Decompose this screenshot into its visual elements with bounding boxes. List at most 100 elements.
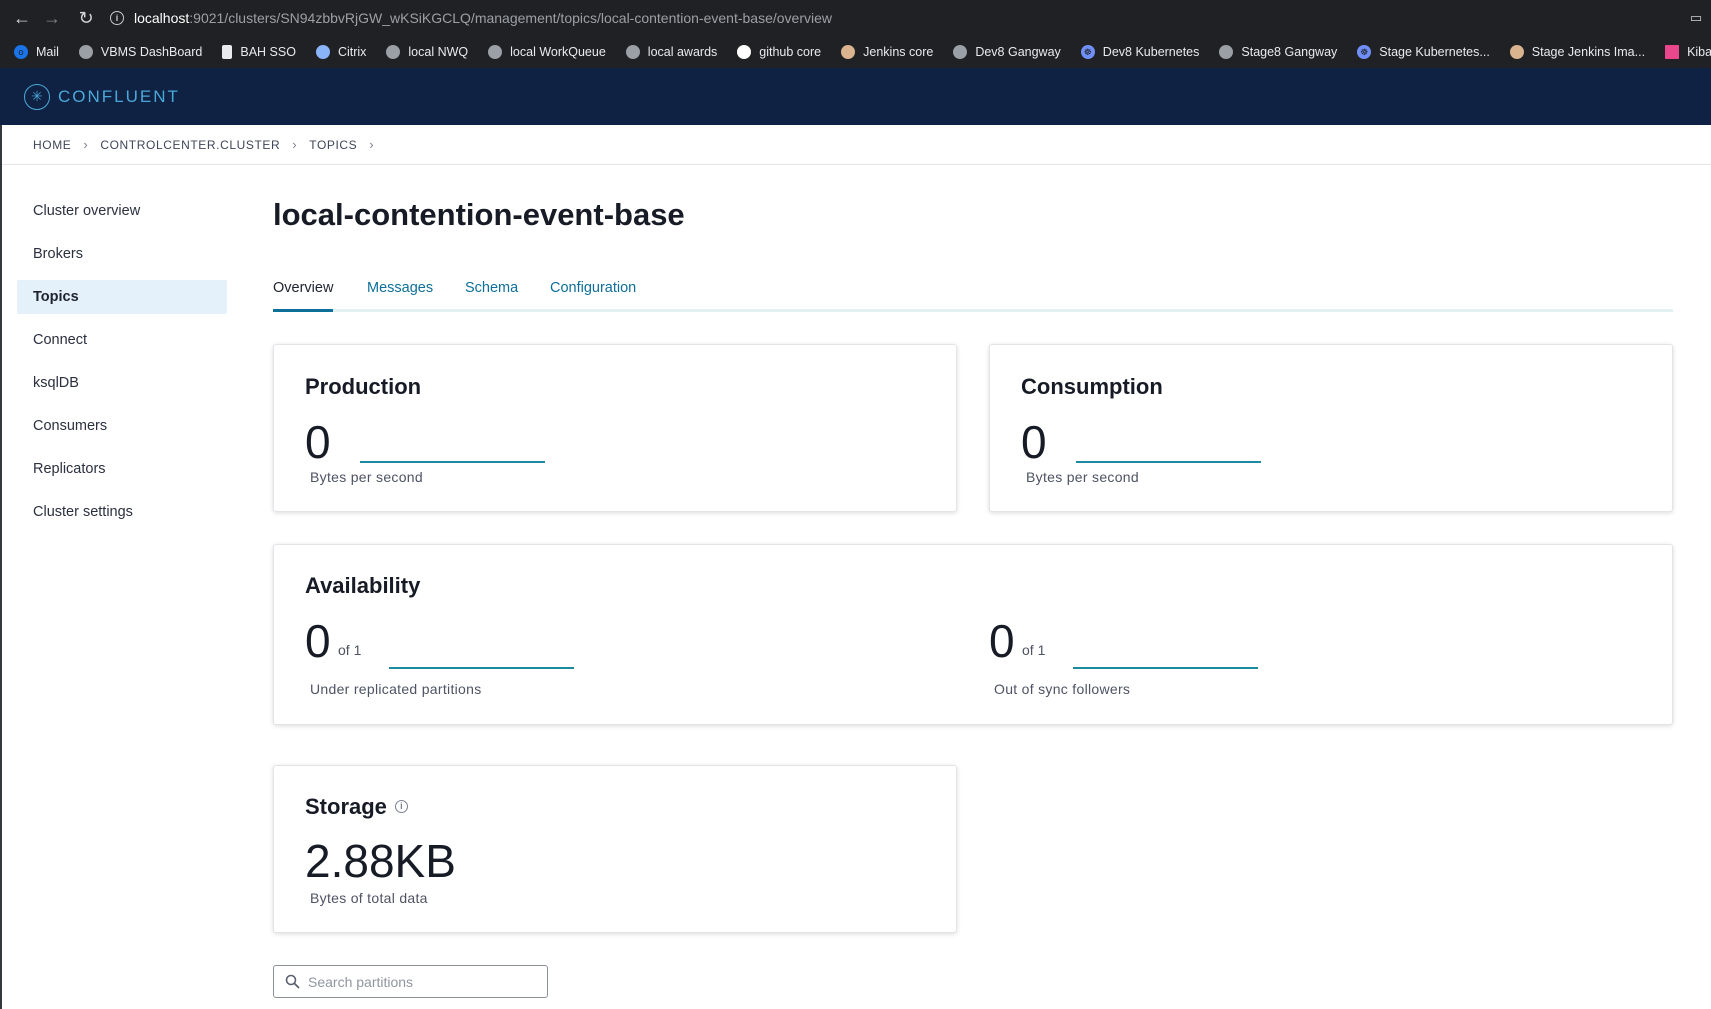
sidebar-item-connect[interactable]: Connect <box>17 323 227 357</box>
bookmark-item[interactable]: VBMS DashBoard <box>78 45 203 59</box>
kibana-icon <box>1665 45 1680 59</box>
search-partitions-box[interactable] <box>273 965 548 998</box>
production-value: 0 <box>305 416 331 468</box>
url-path: :9021/clusters/SN94zbbvRjGW_wKSiKGCLQ/ma… <box>189 10 833 26</box>
availability-card: Availability 0 of 1 Under replicated par… <box>273 544 1673 725</box>
bookmark-item[interactable]: Stage8 Gangway <box>1219 45 1337 59</box>
globe-icon <box>488 45 503 59</box>
under-replicated-label: Under replicated partitions <box>310 681 482 697</box>
sidebar-item-consumers[interactable]: Consumers <box>17 409 227 443</box>
search-icon <box>285 974 300 989</box>
info-icon[interactable]: i <box>394 799 408 813</box>
sidebar-item-topics[interactable]: Topics <box>17 280 227 314</box>
bookmark-item[interactable]: Dev8 Gangway <box>953 45 1061 59</box>
bookmark-item[interactable]: BAH SSO <box>222 45 296 59</box>
globe-icon <box>78 45 93 59</box>
sidebar-item-cluster-settings[interactable]: Cluster settings <box>17 495 227 529</box>
url-host: localhost <box>134 10 190 26</box>
storage-card: Storage i 2.88KB Bytes of total data <box>273 765 957 933</box>
consumption-value: 0 <box>1021 416 1047 468</box>
tab-schema[interactable]: Schema <box>465 280 518 312</box>
out-of-sync-value: 0 <box>989 615 1015 667</box>
tab-overview[interactable]: Overview <box>273 280 334 312</box>
bookmark-label: Stage8 Gangway <box>1241 45 1338 59</box>
forward-arrow-icon[interactable]: → <box>40 6 64 30</box>
bookmark-label: BAH SSO <box>240 45 296 59</box>
storage-value: 2.88KB <box>305 835 456 887</box>
under-replicated-value: 0 <box>305 615 331 667</box>
bookmark-item[interactable]: Citrix <box>315 45 367 59</box>
sidebar-item-cluster-overview[interactable]: Cluster overview <box>17 194 227 228</box>
under-replicated-of: of 1 <box>338 642 362 658</box>
kubernetes-icon: ☸ <box>1357 45 1372 59</box>
production-label: Bytes per second <box>310 469 423 485</box>
bookmark-item[interactable]: ☸ Stage Kubernetes... <box>1357 45 1490 59</box>
search-partitions-input[interactable] <box>308 973 538 990</box>
bookmark-item[interactable]: Kibana <box>1665 45 1711 59</box>
site-info-icon[interactable]: i <box>110 11 124 25</box>
bookmark-item[interactable]: local WorkQueue <box>488 45 606 59</box>
bookmark-label: Mail <box>36 45 59 59</box>
bookmark-item[interactable]: local NWQ <box>386 45 468 59</box>
chevron-right-icon: › <box>83 137 89 152</box>
tab-configuration[interactable]: Configuration <box>550 280 636 312</box>
consumption-label: Bytes per second <box>1026 469 1139 485</box>
production-card: Production 0 Bytes per second <box>273 344 957 512</box>
bookmark-label: local awards <box>647 45 718 59</box>
breadcrumb-home[interactable]: HOME <box>33 138 71 152</box>
sidebar-item-ksqldb[interactable]: ksqlDB <box>17 366 227 400</box>
jenkins-icon <box>1509 45 1524 59</box>
outlook-icon: o <box>14 45 28 59</box>
production-title: Production <box>305 374 422 399</box>
bookmark-label: Dev8 Gangway <box>975 45 1061 59</box>
storage-label: Bytes of total data <box>310 890 428 906</box>
breadcrumb: HOME › CONTROLCENTER.CLUSTER › TOPICS › <box>0 125 1711 165</box>
bookmark-item[interactable]: github core <box>737 45 821 59</box>
bookmark-label: Dev8 Kubernetes <box>1102 45 1200 59</box>
storage-title-wrap: Storage i <box>305 794 408 820</box>
bookmark-label: Stage Jenkins Ima... <box>1531 45 1646 59</box>
out-of-sync-label: Out of sync followers <box>994 681 1131 697</box>
chevron-right-icon: › <box>292 137 298 152</box>
consumption-card: Consumption 0 Bytes per second <box>989 344 1673 512</box>
chevron-right-icon: › <box>369 137 375 152</box>
production-sparkline <box>360 461 545 463</box>
bookmark-item[interactable]: Stage Jenkins Ima... <box>1509 45 1646 59</box>
out-of-sync-sparkline <box>1073 667 1258 669</box>
breadcrumb-cluster[interactable]: CONTROLCENTER.CLUSTER <box>100 138 280 152</box>
address-bar[interactable]: i localhost:9021/clusters/SN94zbbvRjGW_w… <box>110 3 1670 33</box>
under-replicated-sparkline <box>389 667 574 669</box>
sidebar: Cluster overview Brokers Topics Connect … <box>2 166 240 1009</box>
bookmark-item[interactable]: o Mail <box>14 45 59 59</box>
bookmark-item[interactable]: local awards <box>625 45 718 59</box>
tab-messages[interactable]: Messages <box>367 280 433 312</box>
reload-icon[interactable]: ↻ <box>74 6 98 30</box>
app-header: ✳ CONFLUENT <box>0 68 1711 125</box>
storage-title: Storage <box>305 794 387 819</box>
share-icon[interactable]: ▭ <box>1684 6 1708 30</box>
bookmark-item[interactable]: ☸ Dev8 Kubernetes <box>1080 45 1200 59</box>
bookmark-label: Citrix <box>337 45 367 59</box>
page-title: local-contention-event-base <box>273 197 685 232</box>
bookmark-item[interactable]: Jenkins core <box>841 45 933 59</box>
confluent-logo-icon[interactable]: ✳ <box>24 83 50 110</box>
sidebar-item-brokers[interactable]: Brokers <box>17 237 227 271</box>
bookmark-label: Jenkins core <box>863 45 934 59</box>
kubernetes-icon: ☸ <box>1080 45 1095 59</box>
topic-tabs: Overview Messages Schema Configuration <box>273 280 1673 312</box>
bookmark-label: github core <box>759 45 822 59</box>
bookmark-label: local WorkQueue <box>510 45 606 59</box>
app-logo-text[interactable]: CONFLUENT <box>58 87 180 107</box>
availability-title: Availability <box>305 573 421 598</box>
globe-icon <box>625 45 640 59</box>
lock-icon <box>315 45 330 59</box>
sidebar-item-replicators[interactable]: Replicators <box>17 452 227 486</box>
bookmark-label: Kibana <box>1687 45 1711 59</box>
breadcrumb-topics[interactable]: TOPICS <box>309 138 357 152</box>
browser-toolbar: ← → ↻ i localhost:9021/clusters/SN94zbbv… <box>0 0 1711 36</box>
consumption-sparkline <box>1076 461 1261 463</box>
bookmark-label: VBMS DashBoard <box>100 45 203 59</box>
out-of-sync-of: of 1 <box>1022 642 1046 658</box>
doc-icon <box>222 45 233 59</box>
back-arrow-icon[interactable]: ← <box>10 6 34 30</box>
